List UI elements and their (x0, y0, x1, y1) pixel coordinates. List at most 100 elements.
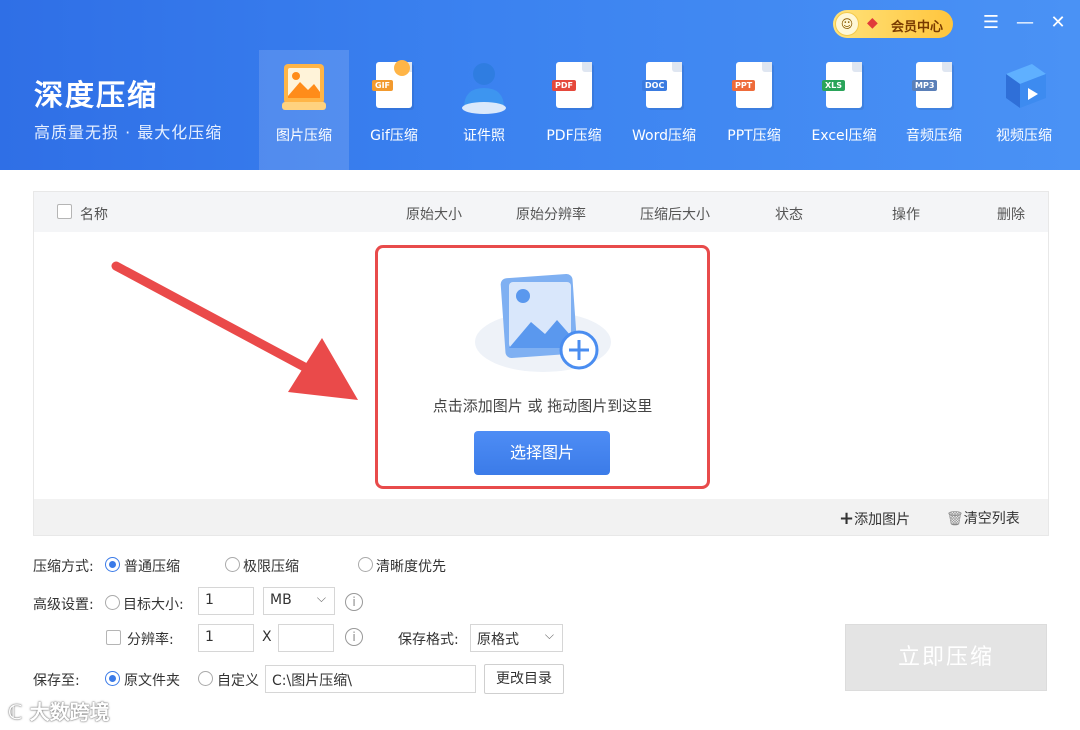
person-icon (456, 58, 512, 118)
plus-icon: + (839, 508, 855, 529)
col-name: 名称 (80, 207, 108, 223)
red-arrow-annotation (111, 261, 358, 400)
tool-label: 视频压缩 (996, 128, 1052, 144)
pdf-file-icon: PDF (546, 58, 602, 118)
watermark-logo-icon: ℂ (8, 700, 23, 724)
col-original-size: 原始大小 (406, 207, 462, 223)
resolution-width-input[interactable]: 1 (198, 624, 254, 652)
drop-hint: 点击添加图片 或 拖动图片到这里 (432, 397, 653, 415)
resolution-height-input[interactable] (278, 624, 334, 652)
watermark: ℂ 大数跨境 (8, 696, 110, 725)
pdf-tag: PDF (552, 80, 576, 91)
video-camera-icon (996, 58, 1052, 118)
mode-clarity-label: 清晰度优先 (376, 559, 446, 575)
doc-tag: DOC (642, 80, 668, 91)
col-action: 操作 (892, 207, 920, 223)
mode-normal-radio[interactable] (105, 557, 120, 572)
info-icon[interactable]: i (345, 628, 363, 646)
app-header: 深度压缩 高质量无损 · 最大化压缩 图片压缩 GIF Gif压缩 证件照 PD… (0, 0, 1080, 170)
tool-label: PDF压缩 (546, 128, 602, 144)
select-all-checkbox[interactable] (57, 204, 72, 219)
resolution-x-label: X (262, 629, 272, 645)
smiley-icon: ☺ (835, 12, 859, 36)
app-title: 深度压缩 (34, 78, 159, 112)
table-footer: +添加图片 🗑清空列表 (34, 499, 1048, 535)
mode-normal-label: 普通压缩 (124, 559, 180, 575)
table-header: 名称 原始大小 原始分辨率 压缩后大小 状态 操作 删除 (34, 192, 1048, 232)
save-path-input[interactable]: C:\图片压缩\ (265, 665, 476, 693)
chevron-down-icon: ⌵ (316, 591, 326, 605)
tool-audio-compress[interactable]: MP3 音频压缩 (889, 50, 979, 170)
tool-excel-compress[interactable]: XLS Excel压缩 (799, 50, 889, 170)
add-images-label: 添加图片 (854, 512, 911, 528)
tool-label: 证件照 (463, 128, 505, 144)
col-compressed-size: 压缩后大小 (640, 207, 710, 223)
watermark-text: 大数跨境 (29, 700, 110, 724)
trash-icon: 🗑 (946, 511, 964, 527)
add-image-icon (475, 273, 611, 372)
diamond-icon: ◆ (867, 15, 878, 31)
clear-list-label: 清空列表 (963, 511, 1020, 527)
col-original-resolution: 原始分辨率 (516, 207, 586, 223)
target-size-label: 目标大小: (123, 597, 184, 613)
word-file-icon: DOC (636, 58, 692, 118)
xls-tag: XLS (822, 80, 846, 91)
mode-clarity-radio[interactable] (358, 557, 373, 572)
tool-label: Word压缩 (632, 128, 696, 144)
tool-gif-compress[interactable]: GIF Gif压缩 (349, 50, 439, 170)
audio-file-icon: MP3 (906, 58, 962, 118)
resolution-label: 分辨率: (127, 632, 174, 648)
app-subtitle: 高质量无损 · 最大化压缩 (34, 123, 223, 142)
menu-button[interactable]: ☰ (978, 10, 1004, 36)
tool-ppt-compress[interactable]: PPT PPT压缩 (709, 50, 799, 170)
change-directory-button[interactable]: 更改目录 (484, 664, 564, 694)
save-original-radio[interactable] (105, 671, 120, 686)
format-label: 保存格式: (398, 632, 459, 648)
gif-file-icon: GIF (366, 58, 422, 118)
mode-label: 压缩方式: (33, 559, 94, 575)
drop-zone[interactable]: 点击添加图片 或 拖动图片到这里 选择图片 (375, 245, 710, 489)
ppt-file-icon: PPT (726, 58, 782, 118)
format-value: 原格式 (477, 632, 519, 648)
resolution-checkbox[interactable] (106, 630, 121, 645)
format-select[interactable]: 原格式 ⌵ (470, 624, 563, 652)
select-images-button[interactable]: 选择图片 (474, 431, 610, 475)
tool-image-compress[interactable]: 图片压缩 (259, 50, 349, 170)
col-status: 状态 (775, 207, 803, 223)
tool-label: PPT压缩 (727, 128, 781, 144)
save-custom-radio[interactable] (198, 671, 213, 686)
tool-label: 音频压缩 (906, 128, 962, 144)
tool-word-compress[interactable]: DOC Word压缩 (619, 50, 709, 170)
image-icon (276, 58, 332, 118)
info-icon[interactable]: i (345, 593, 363, 611)
close-button[interactable]: ✕ (1045, 10, 1071, 36)
save-custom-label: 自定义 (217, 673, 259, 689)
tool-id-photo[interactable]: 证件照 (439, 50, 529, 170)
clear-list-button[interactable]: 🗑清空列表 (946, 508, 1020, 528)
tool-label: 图片压缩 (276, 128, 332, 144)
vip-center-button[interactable]: ☺ ◆ 会员中心 (833, 10, 953, 38)
tool-video-compress[interactable]: 视频压缩 (979, 50, 1069, 170)
tool-label: Gif压缩 (370, 128, 418, 144)
excel-file-icon: XLS (816, 58, 872, 118)
target-size-input[interactable]: 1 (198, 587, 254, 615)
advanced-label: 高级设置: (33, 597, 94, 613)
chevron-down-icon: ⌵ (544, 628, 554, 642)
col-delete: 删除 (997, 207, 1025, 223)
target-unit-select[interactable]: MB ⌵ (263, 587, 335, 615)
tool-pdf-compress[interactable]: PDF PDF压缩 (529, 50, 619, 170)
target-size-radio[interactable] (105, 595, 120, 610)
mode-extreme-radio[interactable] (225, 557, 240, 572)
save-original-label: 原文件夹 (124, 673, 180, 689)
minimize-button[interactable]: — (1012, 10, 1038, 36)
vip-label: 会员中心 (891, 20, 944, 35)
target-unit-value: MB (270, 592, 292, 608)
ppt-tag: PPT (732, 80, 756, 91)
mode-extreme-label: 极限压缩 (243, 559, 299, 575)
tool-label: Excel压缩 (811, 128, 877, 144)
save-to-label: 保存至: (33, 673, 80, 689)
add-images-button[interactable]: +添加图片 (839, 508, 910, 529)
gif-tag: GIF (372, 80, 394, 91)
mp3-tag: MP3 (912, 80, 938, 91)
compress-now-button[interactable]: 立即压缩 (845, 624, 1047, 691)
